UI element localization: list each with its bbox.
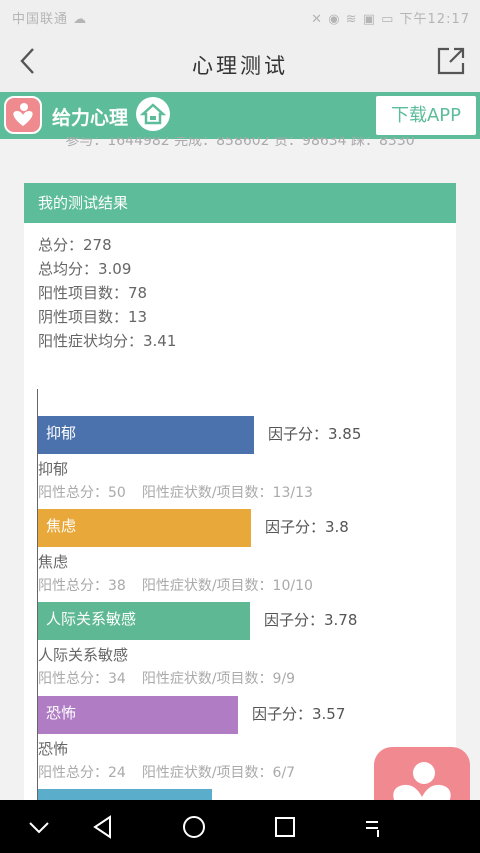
notification-pull-icon[interactable] — [362, 814, 388, 840]
factor-bar: 焦虑 — [38, 509, 251, 547]
factor-ratio: 阳性症状数/项目数：13/13 — [141, 485, 313, 501]
brand-name: 给力心理 — [52, 107, 129, 129]
factor-positive-total: 阳性总分：50 — [38, 485, 126, 501]
result-card: 我的测试结果 总分：278 总均分：3.09 阳性项目数：78 阴性项目数：13… — [24, 183, 456, 829]
factor-ratio: 阳性症状数/项目数：6/7 — [141, 765, 296, 781]
factor-score: 因子分：3.78 — [264, 611, 358, 629]
share-icon[interactable] — [436, 46, 466, 76]
factor-score: 因子分：3.85 — [268, 425, 362, 443]
recent-apps-icon[interactable] — [272, 814, 298, 840]
factor-bar: 人际关系敏感 — [38, 602, 250, 640]
average-score: 总均分：3.09 — [38, 260, 132, 278]
result-card-header: 我的测试结果 — [24, 183, 456, 223]
factor-positive-total: 阳性总分：24 — [38, 765, 126, 781]
factor-name: 焦虑 — [38, 553, 69, 571]
app-banner[interactable]: 给力心理 下载APP — [0, 92, 480, 139]
download-app-button[interactable]: 下载APP — [376, 96, 476, 135]
chevron-down-icon[interactable] — [26, 814, 52, 840]
factor-detail: 阳性总分：38 阳性症状数/项目数：10/10 — [38, 575, 313, 595]
factor-detail: 阳性总分：24 阳性症状数/项目数：6/7 — [38, 762, 295, 782]
factor-score: 因子分：3.8 — [265, 518, 349, 536]
carrier-text: 中国联通 ☁ — [12, 12, 88, 27]
factor-bar: 恐怖 — [38, 696, 238, 734]
factor-name: 恐怖 — [38, 740, 69, 758]
factor-positive-total: 阳性总分：34 — [38, 671, 126, 687]
factor-ratio: 阳性症状数/项目数：9/9 — [141, 671, 296, 687]
factor-name: 人际关系敏感 — [38, 646, 129, 664]
home-circle-icon[interactable] — [181, 814, 207, 840]
back-triangle-icon[interactable] — [90, 814, 116, 840]
negative-item-count: 阴性项目数：13 — [38, 308, 148, 326]
factor-bar: 抑郁 — [38, 416, 254, 454]
factor-name: 抑郁 — [38, 460, 69, 478]
result-summary: 总分：278 总均分：3.09 阳性项目数：78 阴性项目数：13 阳性症状均分… — [24, 223, 456, 353]
top-navbar: 心理测试 — [0, 34, 480, 92]
factor-detail: 阳性总分：50 阳性症状数/项目数：13/13 — [38, 482, 313, 502]
factor-positive-total: 阳性总分：38 — [38, 578, 126, 594]
system-nav-bar — [0, 800, 480, 853]
house-icon — [136, 97, 170, 131]
status-bar: 中国联通 ☁ ✕ ◉ ≋ ▣ ▭ 下午12:17 — [0, 0, 480, 34]
factor-score: 因子分：3.57 — [252, 705, 346, 723]
page-title: 心理测试 — [192, 54, 288, 78]
factor-ratio: 阳性症状数/项目数：10/10 — [141, 578, 313, 594]
app-logo-icon — [4, 96, 42, 134]
participation-stats: 参与：1644982 完成：858602 赞：98634 踩：8330 — [65, 137, 415, 149]
factor-detail: 阳性总分：34 阳性症状数/项目数：9/9 — [38, 668, 295, 688]
positive-item-count: 阳性项目数：78 — [38, 284, 148, 302]
positive-symptom-average: 阳性症状均分：3.41 — [38, 332, 177, 350]
status-icons-text: ✕ ◉ ≋ ▣ ▭ 下午12:17 — [311, 12, 470, 27]
total-score: 总分：278 — [38, 236, 112, 254]
